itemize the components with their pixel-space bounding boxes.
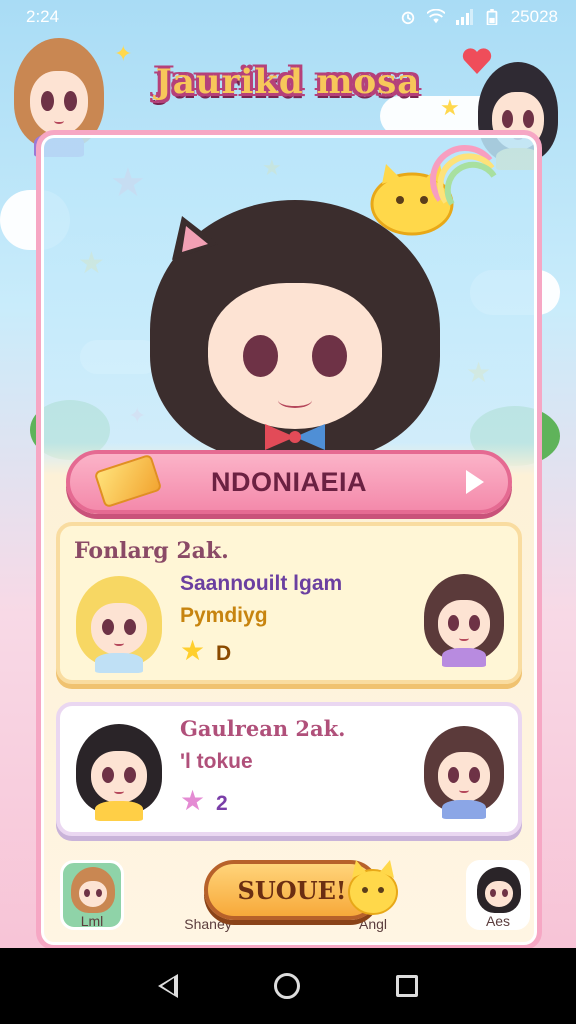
card-badge-value: D (216, 642, 232, 665)
card-heading: Gaulrean 2ak. (180, 716, 346, 741)
recents-icon[interactable] (396, 975, 418, 997)
tab-label: Lml (80, 913, 104, 929)
mode-card[interactable]: Gaulrean 2ak. 'l tokue ★ 2 (56, 702, 522, 836)
game-title: Jaurikd mosa (155, 62, 421, 102)
heart-balloon-icon (462, 48, 492, 74)
signal-icon (455, 9, 473, 25)
tab-character (477, 867, 521, 913)
card-heading: Fonlarg 2ak. (74, 538, 229, 564)
tab-aes[interactable]: Aes (466, 860, 530, 930)
card-character-brunette (424, 574, 504, 667)
cat-ear-icon (172, 216, 218, 260)
status-right-text: 25028 (510, 7, 558, 26)
star-decoration: ✦ (114, 42, 133, 67)
card-character-black-hair (76, 724, 162, 822)
system-nav-bar (0, 948, 576, 1024)
card-line-b: Pymdiyg (180, 604, 268, 627)
ribbon-bow-icon (265, 424, 325, 450)
tab-lml[interactable]: Lml (60, 860, 124, 930)
tab-character (71, 867, 115, 913)
star-icon: ★ (180, 634, 206, 667)
home-icon[interactable] (274, 973, 300, 999)
card-character-pigtails (424, 726, 504, 819)
card-line-b: 'l tokue (180, 750, 253, 773)
play-arrow-icon (466, 470, 484, 494)
yellow-cat-icon (348, 860, 398, 915)
tab-label: Aes (485, 913, 511, 929)
wifi-icon (426, 9, 445, 24)
back-icon[interactable] (158, 974, 178, 998)
status-time: 2:24 (26, 7, 60, 26)
pink-star-icon: ★ (180, 784, 206, 817)
banner-label: NDONIAEIA (210, 466, 367, 497)
gold-bar-icon (93, 453, 163, 509)
star-decoration: ★ (440, 96, 460, 121)
card-character-blonde (76, 576, 162, 674)
status-icons: 25028 (399, 7, 558, 27)
rainbow-icon (430, 145, 497, 206)
card-badge-value: 2 (216, 792, 228, 815)
mode-card[interactable]: Fonlarg 2ak. Saannouilt lgam Pymdiyg ★ D (56, 522, 522, 684)
start-button-label: SUOUE! (237, 875, 347, 905)
region-banner-button[interactable]: NDONIAEIA (66, 450, 512, 514)
battery-icon (486, 9, 498, 25)
status-bar: 2:24 25028 (0, 0, 576, 34)
alarm-icon (401, 11, 414, 25)
card-line-a: Saannouilt lgam (180, 572, 343, 595)
hero-character[interactable] (150, 200, 440, 460)
